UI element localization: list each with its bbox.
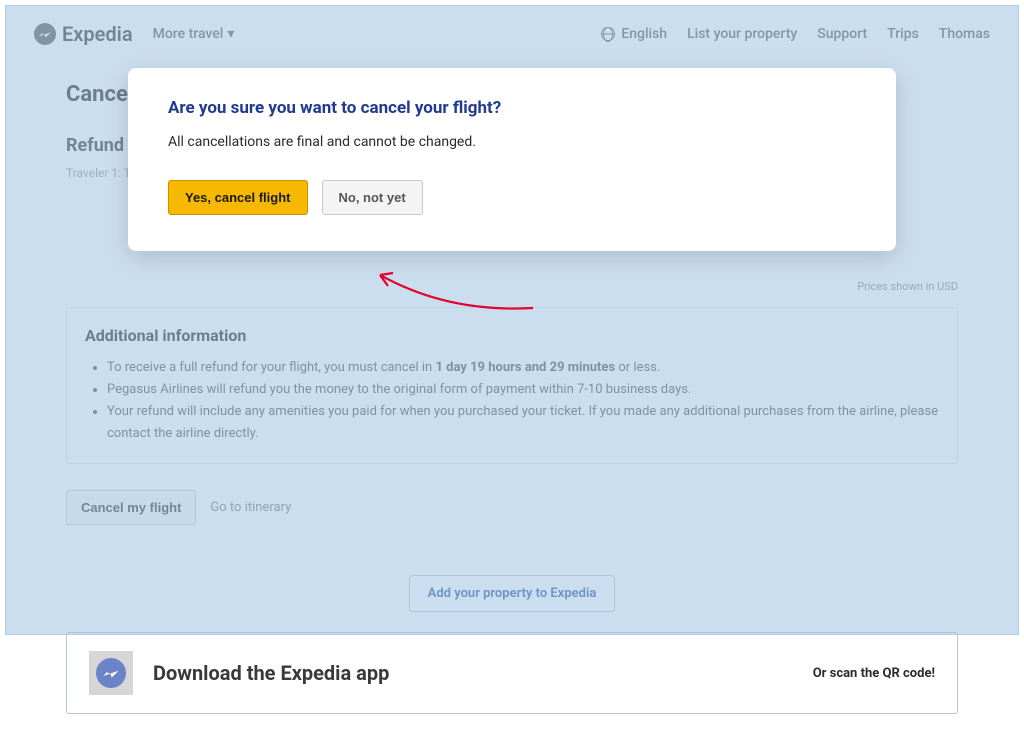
app-icon: [89, 651, 133, 695]
deny-cancel-button[interactable]: No, not yet: [322, 180, 423, 215]
plane-icon: [96, 658, 126, 688]
app-promo: Download the Expedia app Or scan the QR …: [66, 632, 958, 714]
cancel-confirm-modal: Are you sure you want to cancel your fli…: [128, 68, 896, 251]
promo-title: Download the Expedia app: [153, 661, 389, 685]
promo-qr-label: Or scan the QR code!: [813, 666, 935, 681]
modal-body: All cancellations are final and cannot b…: [168, 134, 856, 150]
modal-title: Are you sure you want to cancel your fli…: [168, 98, 856, 118]
confirm-cancel-button[interactable]: Yes, cancel flight: [168, 180, 308, 215]
modal-actions: Yes, cancel flight No, not yet: [168, 180, 856, 215]
